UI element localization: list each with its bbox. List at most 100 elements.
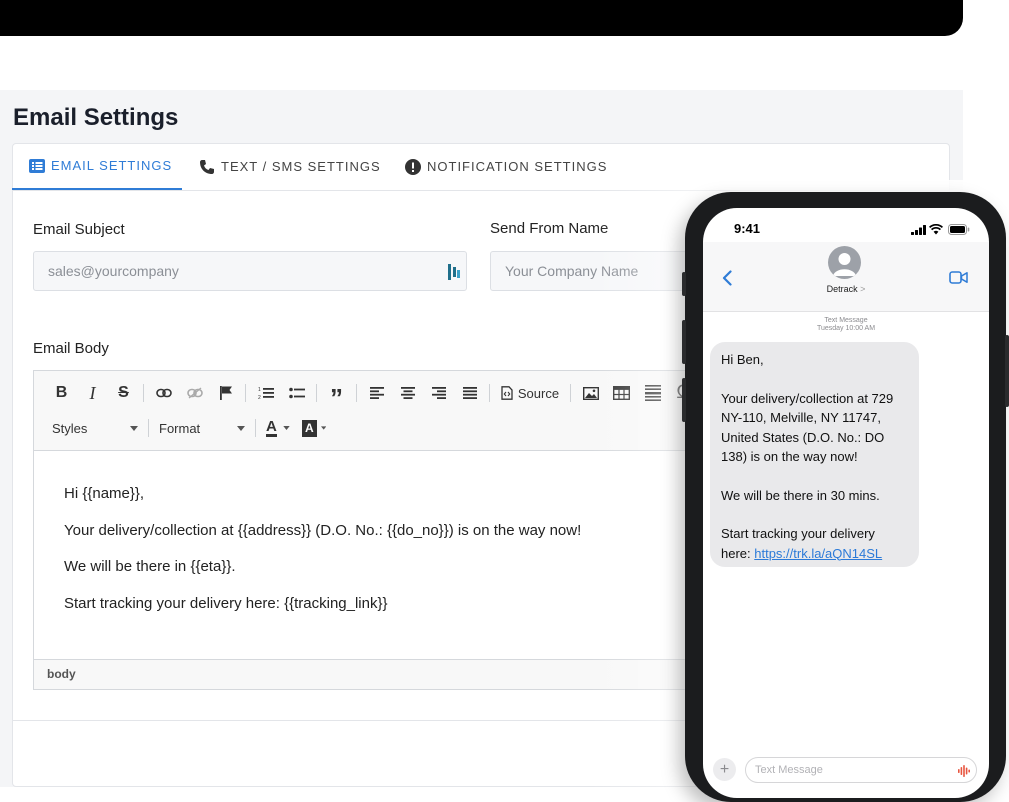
- tab-label: EMAIL SETTINGS: [51, 158, 173, 173]
- message-input-placeholder: Text Message: [755, 764, 823, 776]
- ios-status-bar: 9:41: [703, 208, 989, 242]
- message-paragraph: Start tracking your delivery here: https…: [721, 524, 908, 563]
- editor-line: Start tracking your delivery here: {{tra…: [64, 594, 388, 612]
- email-subject-input[interactable]: sales@yourcompany: [33, 251, 467, 291]
- align-right-button[interactable]: [423, 380, 454, 406]
- tab-notification-settings[interactable]: NOTIFICATION SETTINGS: [405, 143, 607, 190]
- contact-name[interactable]: Detrack >: [703, 284, 989, 294]
- unlink-icon: [186, 387, 203, 399]
- toolbar-separator: [143, 384, 144, 402]
- toolbar-separator: [489, 384, 490, 402]
- phone-volume-up: [682, 320, 686, 364]
- link-button[interactable]: [148, 380, 179, 406]
- tab-email-settings[interactable]: EMAIL SETTINGS: [12, 143, 182, 190]
- caret-down-icon: [283, 426, 290, 430]
- background-color-icon: A: [302, 419, 317, 437]
- editor-line: We will be there in {{eta}}.: [64, 558, 236, 575]
- video-call-icon[interactable]: [949, 271, 968, 284]
- toolbar-separator: [316, 384, 317, 402]
- align-left-icon: [369, 387, 384, 399]
- format-dropdown[interactable]: Format: [153, 421, 251, 436]
- cellular-signal-icon: [911, 225, 926, 235]
- bulleted-list-button[interactable]: [281, 380, 312, 406]
- element-path[interactable]: body: [47, 667, 76, 681]
- tab-sms-settings[interactable]: TEXT / SMS SETTINGS: [199, 143, 381, 190]
- text-color-button[interactable]: A: [260, 417, 296, 437]
- message-input[interactable]: Text Message: [745, 757, 977, 783]
- bold-button[interactable]: B: [46, 380, 77, 406]
- contact-name-text: Detrack: [826, 284, 858, 294]
- editor-line: Hi {{name}},: [64, 485, 145, 502]
- toolbar-separator: [570, 384, 571, 402]
- alert-icon: [405, 158, 421, 175]
- contact-chevron-icon: >: [860, 284, 866, 294]
- styles-label: Styles: [52, 420, 88, 436]
- phone-icon: [200, 159, 214, 174]
- toolbar-row-2: Styles Format A A: [46, 415, 332, 441]
- top-bar: [0, 0, 963, 36]
- message-composer: + Text Message: [713, 757, 983, 783]
- svg-text:2: 2: [258, 395, 261, 400]
- toolbar-separator: [148, 419, 149, 437]
- message-time: Tuesday 10:00 AM: [816, 325, 876, 333]
- phone-mute-switch: [682, 272, 686, 296]
- numbered-list-button[interactable]: 12: [250, 380, 281, 406]
- email-body-label: Email Body: [33, 340, 109, 357]
- flag-icon: [219, 386, 232, 400]
- status-time: 9:41: [734, 221, 761, 236]
- source-label: Source: [517, 385, 560, 401]
- message-bubble: Hi Ben, Your delivery/collection at 729 …: [710, 342, 919, 567]
- conversation-header: Detrack >: [703, 242, 989, 312]
- align-center-button[interactable]: [392, 380, 423, 406]
- svg-text:1: 1: [258, 387, 261, 393]
- email-subject-label: Email Subject: [33, 221, 125, 238]
- quote-icon: ”: [330, 382, 343, 413]
- justify-icon: [462, 387, 477, 399]
- message-paragraph: We will be there in 30 mins.: [721, 487, 880, 503]
- placeholder-insert-icon[interactable]: [448, 264, 460, 280]
- contact-avatar[interactable]: [828, 246, 861, 279]
- toolbar-separator: [356, 384, 357, 402]
- editor-line: Your delivery/collection at {{address}} …: [64, 521, 582, 539]
- message-type: Text Message: [824, 317, 868, 324]
- blockquote-button[interactable]: ”: [321, 380, 352, 413]
- list-icon: [29, 158, 45, 173]
- phone-power-button: [1005, 335, 1009, 407]
- email-subject-placeholder: sales@yourcompany: [48, 263, 179, 279]
- text-color-icon: A: [266, 417, 277, 437]
- justify-button[interactable]: [454, 380, 485, 406]
- align-center-icon: [400, 387, 415, 399]
- unlink-button[interactable]: [179, 380, 210, 406]
- page-title: Email Settings: [13, 104, 179, 131]
- message-paragraph: Your delivery/collection at 729 NY-110, …: [721, 390, 894, 465]
- add-attachment-button[interactable]: +: [713, 758, 736, 781]
- message-paragraph: Hi Ben,: [721, 352, 764, 367]
- tracking-link[interactable]: https://trk.la/aQN14SL: [754, 546, 882, 561]
- bulleted-list-icon: [288, 387, 305, 399]
- caret-down-icon: [130, 425, 138, 431]
- audio-waveform-icon[interactable]: [958, 765, 970, 777]
- toolbar-separator: [255, 419, 256, 437]
- caret-down-icon: [320, 426, 326, 430]
- align-left-button[interactable]: [361, 380, 392, 406]
- battery-icon: [948, 224, 970, 235]
- strikethrough-button[interactable]: S: [108, 380, 139, 406]
- align-right-icon: [431, 387, 446, 399]
- link-icon: [155, 388, 172, 398]
- background-color-button[interactable]: A: [296, 419, 332, 437]
- editor-content[interactable]: Hi {{name}}, Your delivery/collection at…: [64, 483, 581, 629]
- phone-screen: 9:41 Detrack > Text Message Tuesday 10:0…: [703, 208, 989, 798]
- phone-volume-down: [682, 378, 686, 422]
- source-button[interactable]: Source: [494, 380, 566, 406]
- tab-label: NOTIFICATION SETTINGS: [427, 159, 608, 174]
- styles-dropdown[interactable]: Styles: [46, 421, 144, 436]
- caret-down-icon: [237, 425, 245, 431]
- wifi-icon: [929, 224, 943, 235]
- person-icon: [833, 253, 856, 276]
- toolbar-separator: [245, 384, 246, 402]
- italic-button[interactable]: I: [77, 380, 108, 406]
- source-icon: [501, 386, 513, 400]
- anchor-button[interactable]: [210, 380, 241, 406]
- tab-label: TEXT / SMS SETTINGS: [221, 159, 381, 174]
- format-label: Format: [159, 420, 201, 436]
